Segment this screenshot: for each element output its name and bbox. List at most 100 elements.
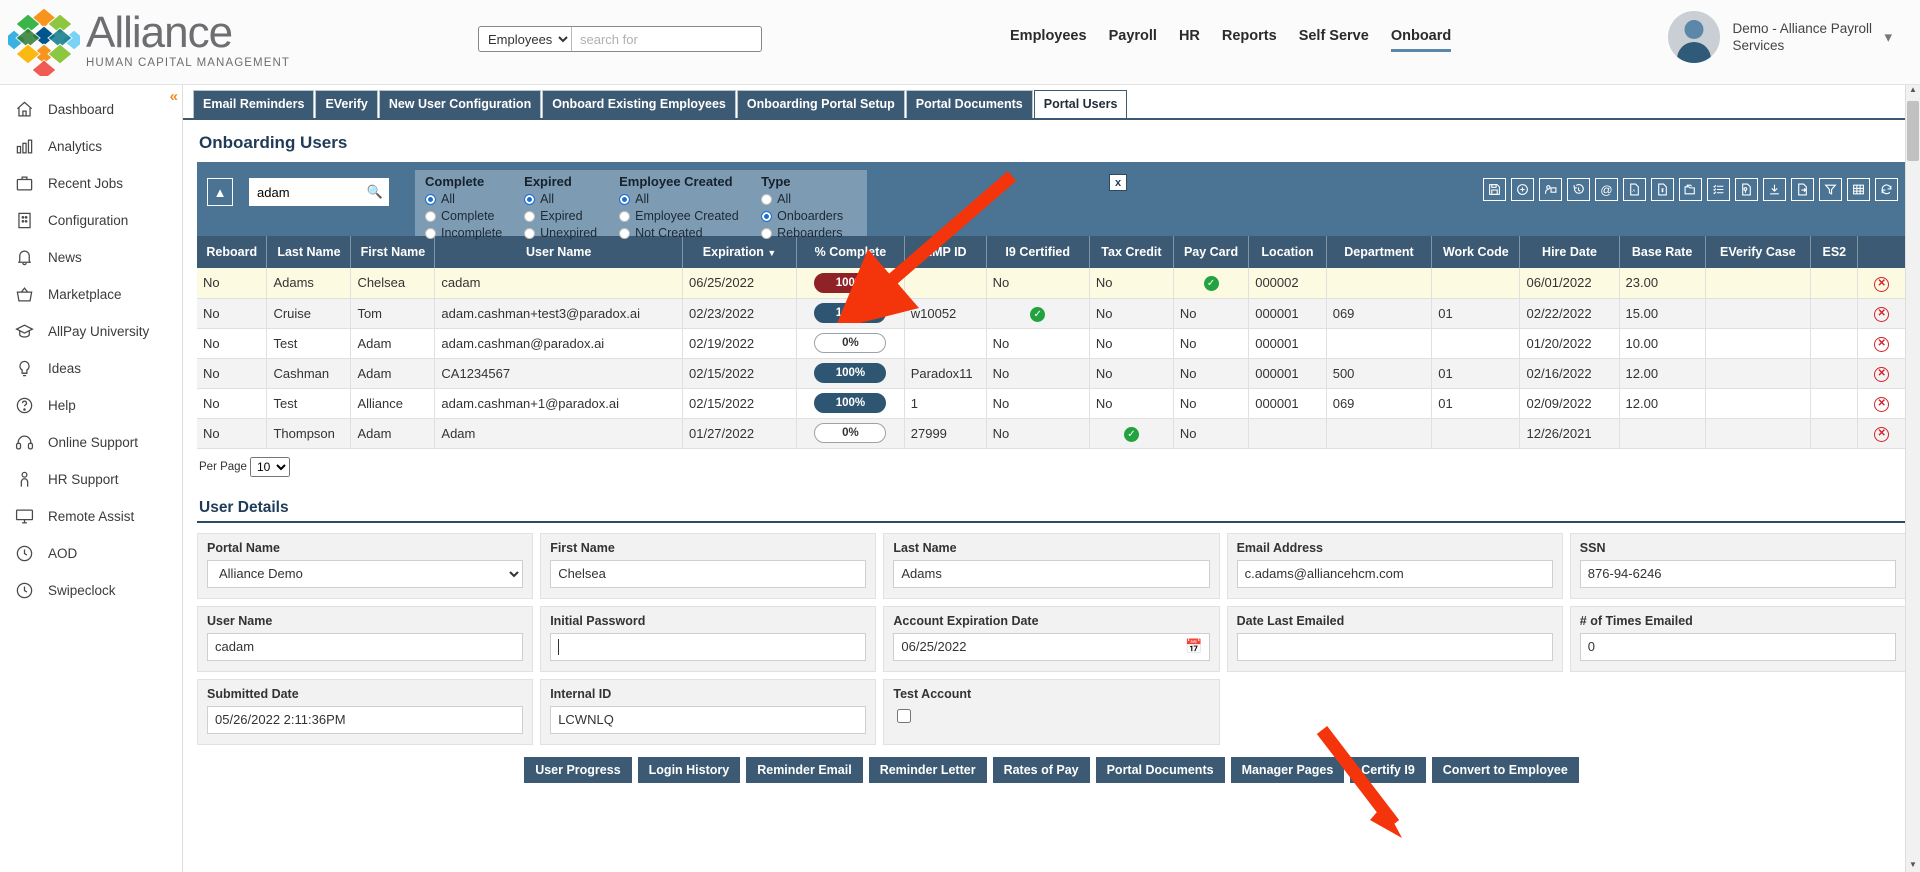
per-page-select[interactable]: 10 <box>249 456 290 477</box>
radio-complete-incomplete[interactable]: Incomplete <box>425 225 502 241</box>
col-department[interactable]: Department <box>1326 236 1433 268</box>
radio-expired-expired[interactable]: Expired <box>524 208 597 224</box>
chevron-down-icon[interactable]: ▾ <box>1884 28 1892 46</box>
cell-pct-complete[interactable]: 100% <box>796 268 905 299</box>
sidebar-item-recent-jobs[interactable]: Recent Jobs <box>0 165 182 202</box>
cell-delete[interactable]: ✕ <box>1857 328 1906 359</box>
first-name-input[interactable] <box>550 559 867 588</box>
sidebar-item-allpay-university[interactable]: AllPay University <box>0 313 182 350</box>
portal-name-select[interactable]: Alliance Demo <box>207 559 524 588</box>
brand-logo[interactable]: Alliance HUMAN CAPITAL MANAGEMENT <box>1 4 290 81</box>
col-pay-card[interactable]: Pay Card <box>1173 236 1250 268</box>
col-emp-id[interactable]: EMP ID <box>904 236 987 268</box>
funnel-icon[interactable] <box>1819 178 1842 201</box>
tab-onboarding-portal-setup[interactable]: Onboarding Portal Setup <box>736 90 905 118</box>
vertical-scrollbar[interactable]: ▲ ▼ <box>1905 85 1920 872</box>
login-history-button[interactable]: Login History <box>637 756 741 783</box>
table-row[interactable]: No Test Adam adam.cashman@paradox.ai 02/… <box>197 328 1906 359</box>
tab-portal-documents[interactable]: Portal Documents <box>905 90 1033 118</box>
folders-icon[interactable] <box>1679 178 1702 201</box>
radio-empcreated-all[interactable]: All <box>619 191 739 207</box>
col-work-code[interactable]: Work Code <box>1431 236 1521 268</box>
import-icon[interactable] <box>1763 178 1786 201</box>
cell-pct-complete[interactable]: 100% <box>796 388 905 419</box>
cell-pct-complete[interactable]: 100% <box>796 298 905 329</box>
radio-type-all[interactable]: All <box>761 191 857 207</box>
nav-reports[interactable]: Reports <box>1222 28 1277 52</box>
radio-expired-unexpired[interactable]: Unexpired <box>524 225 597 241</box>
email-icon[interactable]: @ <box>1595 178 1618 201</box>
scroll-down-icon[interactable]: ▼ <box>1907 860 1919 872</box>
delete-icon[interactable]: ✕ <box>1874 427 1890 442</box>
account-expiration-input[interactable] <box>893 632 1210 661</box>
cell-pct-complete[interactable]: 0% <box>796 328 905 359</box>
user-progress-button[interactable]: User Progress <box>524 756 632 783</box>
sidebar-collapse-icon[interactable]: « <box>170 88 178 105</box>
radio-empcreated-created[interactable]: Employee Created <box>619 208 739 224</box>
cell-delete[interactable]: ✕ <box>1857 358 1906 389</box>
col-first-name[interactable]: First Name <box>350 236 436 268</box>
refresh-icon[interactable] <box>1875 178 1898 201</box>
sidebar-item-remote-assist[interactable]: Remote Assist <box>0 498 182 535</box>
search-scope-select[interactable]: Employees <box>479 27 571 51</box>
filter-search[interactable]: 🔍 <box>249 178 389 206</box>
table-row[interactable]: No Thompson Adam Adam 01/27/2022 0% 2799… <box>197 418 1906 449</box>
manager-pages-button[interactable]: Manager Pages <box>1230 756 1345 783</box>
sidebar-item-ideas[interactable]: Ideas <box>0 350 182 387</box>
nav-onboard[interactable]: Onboard <box>1390 28 1452 52</box>
sidebar-item-analytics[interactable]: Analytics <box>0 128 182 165</box>
scroll-up-icon[interactable]: ▲ <box>1907 85 1919 97</box>
col-tax-credit[interactable]: Tax Credit <box>1089 236 1174 268</box>
table-row[interactable]: No Test Alliance adam.cashman+1@paradox.… <box>197 388 1906 419</box>
tag-document-icon[interactable] <box>1735 178 1758 201</box>
table-row[interactable]: No Cruise Tom adam.cashman+test3@paradox… <box>197 298 1906 329</box>
cell-pct-complete[interactable]: 100% <box>796 358 905 389</box>
date-last-emailed-input[interactable] <box>1236 632 1553 661</box>
internal-id-input[interactable] <box>550 705 867 734</box>
col-base-rate[interactable]: Base Rate <box>1619 236 1706 268</box>
tab-email-reminders[interactable]: Email Reminders <box>193 90 315 118</box>
initial-password-input[interactable] <box>550 632 867 661</box>
sidebar-item-marketplace[interactable]: Marketplace <box>0 276 182 313</box>
nav-payroll[interactable]: Payroll <box>1109 28 1157 52</box>
nav-hr[interactable]: HR <box>1179 28 1200 52</box>
delete-icon[interactable]: ✕ <box>1874 367 1890 382</box>
submitted-date-input[interactable] <box>207 705 524 734</box>
close-icon[interactable]: x <box>1109 174 1127 191</box>
last-name-input[interactable] <box>893 559 1210 588</box>
reminder-letter-button[interactable]: Reminder Letter <box>868 756 987 783</box>
export-icon[interactable] <box>1791 178 1814 201</box>
search-input[interactable] <box>571 27 761 51</box>
col-es2[interactable]: ES2 <box>1810 236 1859 268</box>
pdf-icon[interactable]: A <box>1623 178 1646 201</box>
sidebar-item-configuration[interactable]: Configuration <box>0 202 182 239</box>
nav-self-serve[interactable]: Self Serve <box>1299 28 1369 52</box>
tab-new-user-configuration[interactable]: New User Configuration <box>378 90 542 118</box>
delete-icon[interactable]: ✕ <box>1874 397 1890 412</box>
radio-empcreated-notcreated[interactable]: Not Created <box>619 225 739 241</box>
delete-icon[interactable]: ✕ <box>1874 337 1890 352</box>
col-reboard[interactable]: Reboard <box>197 236 268 268</box>
global-search[interactable]: Employees <box>478 26 762 52</box>
col-everify-case[interactable]: EVerify Case <box>1705 236 1812 268</box>
delete-icon[interactable]: ✕ <box>1874 307 1890 322</box>
test-account-checkbox[interactable] <box>897 708 912 723</box>
email-input[interactable] <box>1236 559 1553 588</box>
col-location[interactable]: Location <box>1248 236 1327 268</box>
delete-icon[interactable]: ✕ <box>1874 276 1890 292</box>
tab-everify[interactable]: EVerify <box>315 90 378 118</box>
cell-delete[interactable]: ✕ <box>1857 298 1906 329</box>
per-page-control[interactable]: Per Page 10 <box>199 456 1906 477</box>
chevron-up-icon[interactable]: ▲ <box>207 178 233 206</box>
nav-employees[interactable]: Employees <box>1010 28 1087 52</box>
history-icon[interactable] <box>1567 178 1590 201</box>
ssn-input[interactable] <box>1579 559 1896 588</box>
cell-delete[interactable]: ✕ <box>1857 388 1906 419</box>
radio-complete-complete[interactable]: Complete <box>425 208 502 224</box>
sidebar-item-hr-support[interactable]: HR Support <box>0 461 182 498</box>
table-icon[interactable] <box>1847 178 1870 201</box>
radio-expired-all[interactable]: All <box>524 191 597 207</box>
sidebar-item-dashboard[interactable]: Dashboard <box>0 91 182 128</box>
save-icon[interactable] <box>1483 178 1506 201</box>
sidebar-item-help[interactable]: Help <box>0 387 182 424</box>
